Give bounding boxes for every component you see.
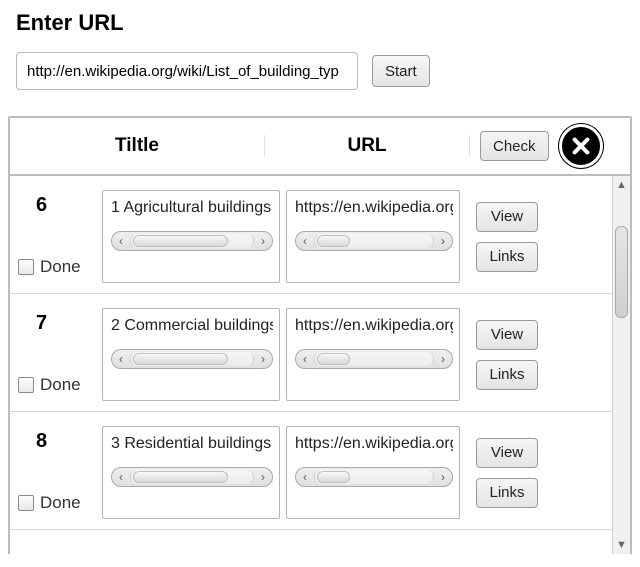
view-button[interactable]: View [476, 202, 538, 232]
table-row: 7 Done 2 Commercial buildings ‹ › http [10, 294, 612, 412]
table-row: 6 Done 1 Agricultural buildings ‹ › ht [10, 176, 612, 294]
title-text[interactable]: 1 Agricultural buildings [111, 199, 273, 221]
title-text[interactable]: 2 Commercial buildings [111, 317, 273, 339]
results-panel: Tiltle URL Check 6 Done 1 Agricultural b… [8, 116, 632, 554]
horizontal-scrollbar[interactable]: ‹ › [295, 349, 453, 369]
page-title: Enter URL [16, 10, 624, 36]
chevron-right-icon[interactable]: › [434, 232, 452, 250]
chevron-left-icon[interactable]: ‹ [112, 232, 130, 250]
vertical-scrollbar[interactable]: ▲ ▼ [612, 176, 630, 554]
chevron-left-icon[interactable]: ‹ [296, 468, 314, 486]
url-text[interactable]: https://en.wikipedia.org [295, 199, 453, 221]
chevron-right-icon[interactable]: › [434, 350, 452, 368]
horizontal-scrollbar[interactable]: ‹ › [295, 231, 453, 251]
results-list: 6 Done 1 Agricultural buildings ‹ › ht [10, 176, 612, 554]
done-label: Done [40, 493, 81, 513]
row-index: 8 [36, 430, 96, 453]
done-label: Done [40, 257, 81, 277]
horizontal-scrollbar[interactable]: ‹ › [295, 467, 453, 487]
view-button[interactable]: View [476, 438, 538, 468]
horizontal-scrollbar[interactable]: ‹ › [111, 349, 273, 369]
url-cell: https://en.wikipedia.org ‹ › [286, 190, 460, 283]
chevron-right-icon[interactable]: › [434, 468, 452, 486]
done-label: Done [40, 375, 81, 395]
chevron-left-icon[interactable]: ‹ [296, 350, 314, 368]
url-text[interactable]: https://en.wikipedia.org [295, 317, 453, 339]
links-button[interactable]: Links [476, 360, 538, 390]
horizontal-scrollbar[interactable]: ‹ › [111, 467, 273, 487]
row-index: 6 [36, 194, 96, 217]
url-input[interactable] [16, 52, 358, 90]
row-index: 7 [36, 312, 96, 335]
title-cell: 2 Commercial buildings ‹ › [102, 308, 280, 401]
chevron-left-icon[interactable]: ‹ [296, 232, 314, 250]
scroll-thumb[interactable] [615, 226, 628, 318]
links-button[interactable]: Links [476, 478, 538, 508]
check-button[interactable]: Check [480, 131, 549, 161]
title-text[interactable]: 3 Residential buildings [111, 435, 273, 457]
start-button[interactable]: Start [372, 55, 430, 87]
results-header: Tiltle URL Check [10, 118, 630, 176]
chevron-right-icon[interactable]: › [254, 350, 272, 368]
url-text[interactable]: https://en.wikipedia.org [295, 435, 453, 457]
horizontal-scrollbar[interactable]: ‹ › [111, 231, 273, 251]
url-cell: https://en.wikipedia.org ‹ › [286, 426, 460, 519]
title-cell: 3 Residential buildings ‹ › [102, 426, 280, 519]
done-checkbox[interactable] [18, 259, 34, 275]
done-checkbox[interactable] [18, 495, 34, 511]
links-button[interactable]: Links [476, 242, 538, 272]
column-header-url: URL [265, 135, 470, 157]
chevron-up-icon[interactable]: ▲ [613, 176, 630, 194]
close-icon[interactable] [559, 124, 603, 168]
view-button[interactable]: View [476, 320, 538, 350]
done-checkbox[interactable] [18, 377, 34, 393]
chevron-down-icon[interactable]: ▼ [613, 536, 630, 554]
column-header-title: Tiltle [10, 135, 265, 157]
chevron-right-icon[interactable]: › [254, 468, 272, 486]
chevron-right-icon[interactable]: › [254, 232, 272, 250]
url-cell: https://en.wikipedia.org ‹ › [286, 308, 460, 401]
chevron-left-icon[interactable]: ‹ [112, 468, 130, 486]
title-cell: 1 Agricultural buildings ‹ › [102, 190, 280, 283]
chevron-left-icon[interactable]: ‹ [112, 350, 130, 368]
table-row: 8 Done 3 Residential buildings ‹ › htt [10, 412, 612, 530]
